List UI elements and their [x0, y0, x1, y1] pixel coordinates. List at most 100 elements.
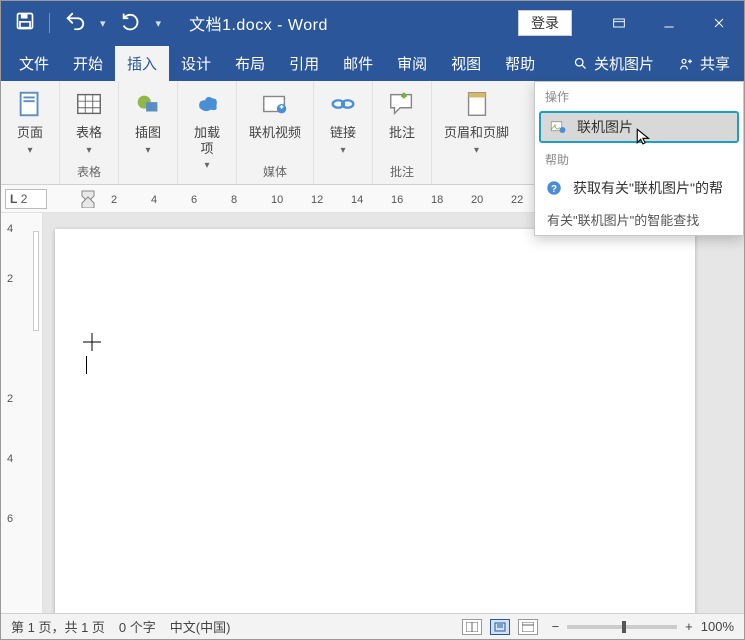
web-layout-icon[interactable]	[518, 619, 538, 635]
share-icon	[678, 56, 694, 72]
vruler-tick: 2	[7, 273, 13, 285]
vruler-tick: 2	[7, 393, 13, 405]
comment-icon	[385, 87, 419, 121]
group-comments: 批注 批注	[373, 81, 432, 184]
group-media-label: 媒体	[263, 163, 287, 182]
zoom-slider[interactable]	[567, 625, 677, 629]
ruler-tick: 18	[431, 194, 443, 206]
popup-smart-lookup-label: 有关"联机图片"的智能查找	[547, 210, 699, 229]
group-illustrations: 插图▾	[119, 81, 178, 184]
ruler-tick: 14	[351, 194, 363, 206]
table-button[interactable]: 表格▾	[68, 85, 110, 159]
header-footer-button[interactable]: 页眉和页脚▾	[440, 85, 513, 159]
zoom-in-icon[interactable]: +	[685, 619, 693, 634]
document-viewport[interactable]	[43, 213, 744, 613]
addins-button[interactable]: 加载 项 ▾	[186, 85, 228, 173]
group-addins: 加载 项 ▾	[178, 81, 237, 184]
group-media: 联机视频 媒体	[237, 81, 314, 184]
login-button[interactable]: 登录	[518, 10, 572, 36]
ribbon-tabs: 文件 开始 插入 设计 布局 引用 邮件 审阅 视图 帮助 关机图片 共享	[1, 45, 744, 81]
comment-label: 批注	[389, 125, 415, 141]
popup-item-get-help[interactable]: ? 获取有关"联机图片"的帮	[535, 172, 743, 204]
ruler-tick: 10	[271, 194, 283, 206]
header-footer-label: 页眉和页脚	[444, 125, 509, 140]
popup-item-smart-lookup[interactable]: 有关"联机图片"的智能查找	[535, 204, 743, 235]
help-icon: ?	[545, 179, 563, 197]
tab-home[interactable]: 开始	[61, 46, 115, 81]
group-pages: 页面▾	[1, 81, 60, 184]
group-tables: 表格▾ 表格	[60, 81, 119, 184]
table-icon	[72, 87, 106, 121]
video-icon	[258, 87, 292, 121]
group-comments-label: 批注	[390, 163, 414, 182]
status-language[interactable]: 中文(中国)	[170, 617, 231, 636]
ruler-tick: 4	[151, 194, 157, 206]
share-label: 共享	[700, 53, 730, 74]
ribbon-display-icon[interactable]	[594, 1, 644, 45]
tab-mailings[interactable]: 邮件	[331, 46, 385, 81]
page-icon	[13, 87, 47, 121]
ruler-tick: 20	[471, 194, 483, 206]
tab-review[interactable]: 审阅	[385, 46, 439, 81]
undo-dropdown-icon[interactable]: ▾	[100, 17, 106, 30]
links-button[interactable]: 链接▾	[322, 85, 364, 159]
svg-text:?: ?	[551, 184, 557, 195]
popup-actions-label: 操作	[535, 82, 743, 109]
tab-references[interactable]: 引用	[277, 46, 331, 81]
pages-button[interactable]: 页面▾	[9, 85, 51, 159]
tab-insert[interactable]: 插入	[115, 46, 169, 81]
status-page[interactable]: 第 1 页，共 1 页	[11, 617, 105, 636]
header-footer-icon	[460, 87, 494, 121]
vruler-tick: 4	[7, 453, 13, 465]
popup-get-help-label: 获取有关"联机图片"的帮	[573, 178, 723, 198]
tab-selector[interactable]: L 2	[5, 189, 47, 209]
view-buttons	[462, 619, 538, 635]
addins-label: 加载 项	[194, 125, 220, 156]
addins-icon	[190, 87, 224, 121]
tab-view[interactable]: 视图	[439, 46, 493, 81]
popup-help-label: 帮助	[535, 145, 743, 172]
shapes-icon	[131, 87, 165, 121]
ruler-tick: 22	[511, 194, 523, 206]
content-area: 4 2 2 4 6	[1, 213, 744, 613]
ruler-tick: 2	[111, 194, 117, 206]
table-label: 表格	[76, 125, 102, 140]
quick-access-toolbar: ▾ ▾	[1, 10, 161, 36]
tell-me-search[interactable]: 关机图片	[563, 46, 664, 81]
save-icon[interactable]	[15, 11, 35, 35]
online-video-button[interactable]: 联机视频	[245, 85, 305, 143]
tab-file[interactable]: 文件	[7, 46, 61, 81]
popup-online-pictures-label: 联机图片	[577, 117, 633, 137]
zoom-control: − + 100%	[552, 619, 734, 634]
vruler-tick: 4	[7, 223, 13, 235]
zoom-level[interactable]: 100%	[701, 619, 734, 634]
ruler-tick: 12	[311, 194, 323, 206]
share-button[interactable]: 共享	[664, 46, 744, 81]
comment-button[interactable]: 批注	[381, 85, 423, 143]
illustrations-button[interactable]: 插图▾	[127, 85, 169, 159]
tell-me-text: 关机图片	[594, 53, 654, 74]
pages-label: 页面	[17, 125, 43, 140]
print-layout-icon[interactable]	[490, 619, 510, 635]
illustrations-label: 插图	[135, 125, 161, 140]
redo-icon[interactable]	[120, 10, 142, 36]
zoom-out-icon[interactable]: −	[552, 619, 560, 634]
link-icon	[326, 87, 360, 121]
qat-customize-icon[interactable]: ▾	[156, 17, 162, 30]
group-tables-label: 表格	[77, 163, 101, 182]
popup-item-online-pictures[interactable]: 联机图片	[539, 111, 739, 143]
tab-help[interactable]: 帮助	[493, 46, 547, 81]
minimize-icon[interactable]	[644, 1, 694, 45]
read-mode-icon[interactable]	[462, 619, 482, 635]
mouse-cursor-icon	[635, 127, 653, 145]
document-page[interactable]	[55, 229, 695, 613]
vruler-tick: 6	[7, 513, 13, 525]
tab-design[interactable]: 设计	[169, 46, 223, 81]
tab-layout[interactable]: 布局	[223, 46, 277, 81]
group-links: 链接▾	[314, 81, 373, 184]
indent-marker-icon[interactable]	[81, 190, 95, 211]
tell-me-popup: 操作 联机图片 帮助 ? 获取有关"联机图片"的帮 有关"联机图片"的智能查找	[534, 81, 744, 236]
status-wordcount[interactable]: 0 个字	[119, 617, 156, 636]
undo-icon[interactable]	[64, 10, 86, 36]
close-icon[interactable]	[694, 1, 744, 45]
